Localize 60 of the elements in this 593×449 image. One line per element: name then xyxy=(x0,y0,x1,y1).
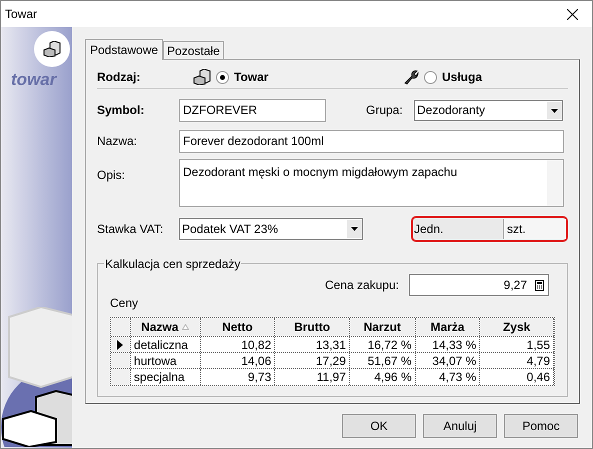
field-label: Cena zakupu: xyxy=(324,277,399,294)
input-field[interactable]: szt. xyxy=(503,219,566,239)
table-cell: 1,55 xyxy=(480,337,554,352)
sort-icon xyxy=(182,324,190,330)
table-cell: 13,31 xyxy=(275,337,350,352)
input-field[interactable]: 9,27 xyxy=(409,274,549,296)
field-label: Rodzaj: xyxy=(97,69,142,86)
column-header[interactable]: Zysk xyxy=(480,318,554,336)
boxes-icon xyxy=(43,41,61,57)
table-cell: 11,97 xyxy=(275,369,350,385)
table-title: Ceny xyxy=(110,295,140,312)
table-cell: 51,67 % xyxy=(350,353,416,368)
dialog-button[interactable]: OK xyxy=(342,414,416,438)
current-row-icon xyxy=(117,340,124,350)
table-cell: hurtowa xyxy=(130,353,201,368)
text-area[interactable]: Dezodorant męski o mocnym migdałowym zapachu xyxy=(179,159,564,207)
table-cell: 17,29 xyxy=(275,353,350,368)
table-cell: 34,07 % xyxy=(416,353,480,368)
column-header[interactable]: Netto xyxy=(200,318,276,336)
field-label: Opis: xyxy=(97,167,126,184)
radio-button[interactable] xyxy=(424,70,437,84)
radio-label: Usługa xyxy=(442,69,482,86)
radio-button[interactable] xyxy=(216,70,229,84)
tab[interactable]: Pozostałe xyxy=(163,41,224,59)
table-cell: 4,79 xyxy=(480,353,554,368)
calculator-icon xyxy=(535,280,544,290)
field-label: Symbol: xyxy=(97,102,146,119)
table-cell: 14,33 % xyxy=(416,337,480,352)
dropdown[interactable]: Podatek VAT 23% xyxy=(179,218,363,240)
field-label: Stawka VAT: xyxy=(97,221,164,238)
window-title: Towar xyxy=(4,6,38,23)
boxes-icon xyxy=(193,69,211,85)
column-header[interactable]: Brutto xyxy=(275,318,350,336)
field-label: Grupa: xyxy=(366,102,404,119)
table-cell: 10,82 xyxy=(200,337,276,352)
table-cell: 14,06 xyxy=(200,353,276,368)
input-field[interactable]: Forever dezodorant 100ml xyxy=(179,130,564,152)
field-label: Jedn. xyxy=(413,221,444,238)
tab[interactable]: Podstawowe xyxy=(85,39,164,60)
column-header[interactable]: Nazwa xyxy=(130,318,201,336)
dropdown[interactable]: Dezodoranty xyxy=(414,100,563,120)
column-header[interactable]: Narzut xyxy=(350,318,416,336)
row-indicator[interactable] xyxy=(111,337,131,352)
scrollbar[interactable] xyxy=(547,160,563,206)
table-cell: 4,73 % xyxy=(416,369,480,385)
dialog-button[interactable]: Pomoc xyxy=(504,414,578,438)
logo-text: towar xyxy=(11,69,56,91)
table-cell: detaliczna xyxy=(130,337,201,352)
table-cell: 4,96 % xyxy=(350,369,416,385)
field-label: Nazwa: xyxy=(97,133,138,150)
wrench-icon xyxy=(403,69,419,85)
radio-label: Towar xyxy=(234,69,268,86)
input-field[interactable]: DZFOREVER xyxy=(179,98,326,122)
column-header[interactable]: Marża xyxy=(416,318,480,336)
dialog-button[interactable]: Anuluj xyxy=(423,414,497,438)
table-cell: 9,73 xyxy=(200,369,276,385)
table-cell: 0,46 xyxy=(480,369,554,385)
table-cell: specjalna xyxy=(130,369,201,385)
close-icon xyxy=(566,8,578,20)
table-cell: 16,72 % xyxy=(350,337,416,352)
